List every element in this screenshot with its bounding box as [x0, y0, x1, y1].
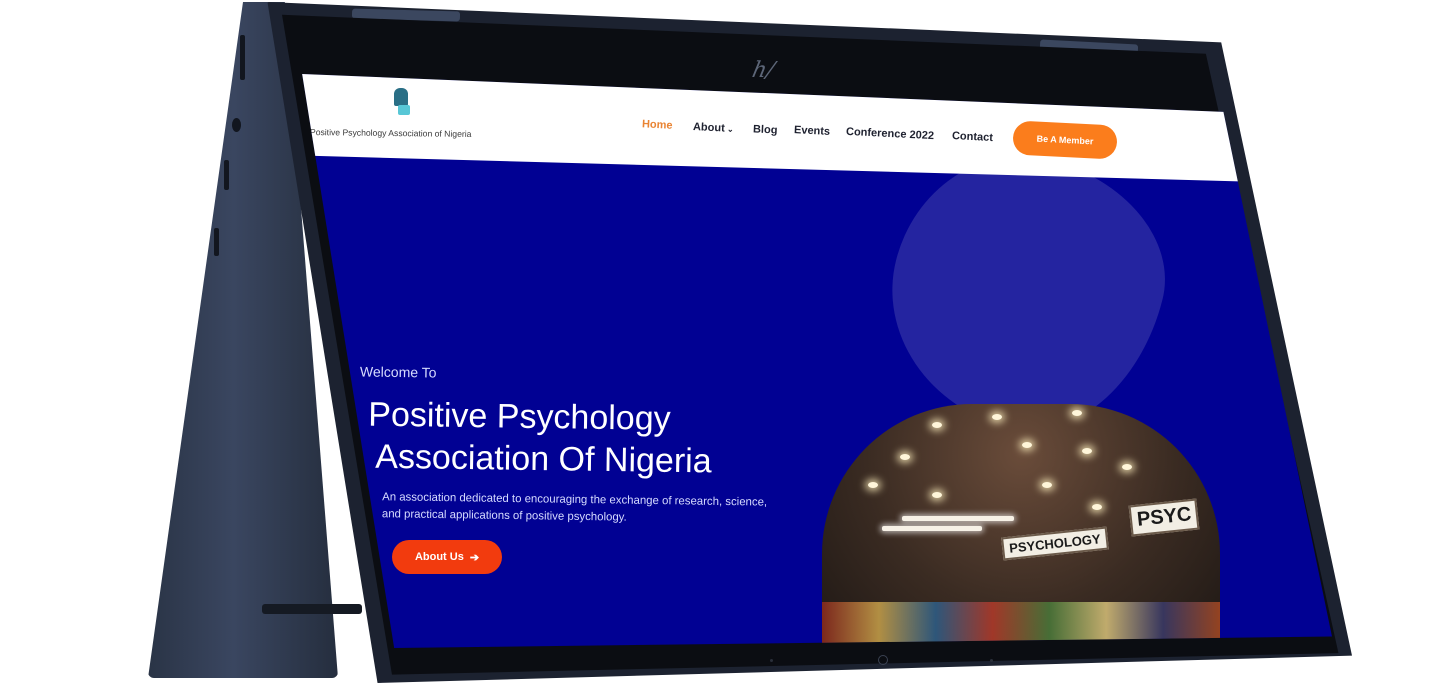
org-name[interactable]: Positive Psychology Association of Niger… [310, 127, 472, 139]
site-logo-icon[interactable] [390, 88, 412, 118]
nav-home[interactable]: Home [642, 118, 673, 131]
device-vent [262, 604, 362, 614]
hero-title: Positive Psychology Association Of Niger… [367, 395, 712, 481]
nav-events[interactable]: Events [794, 124, 831, 138]
be-a-member-button[interactable]: Be A Member [1012, 120, 1118, 160]
device-port [224, 160, 229, 190]
nav-contact[interactable]: Contact [952, 130, 993, 144]
nav-conference-2022[interactable]: Conference 2022 [846, 126, 935, 142]
about-us-button[interactable]: About Us ➔ [392, 540, 502, 574]
device-port [232, 118, 241, 132]
photo-sign: PSYCHOLOGY [1001, 526, 1109, 561]
hero-photo: PSYCHOLOGY PSYC [822, 404, 1220, 648]
hero-description: An association dedicated to encouraging … [381, 491, 768, 524]
device-port [240, 35, 245, 80]
device-port [214, 228, 219, 256]
nav-about-label: About [692, 121, 726, 135]
webcam-icon [878, 655, 888, 665]
photo-sign: PSYC [1128, 498, 1200, 537]
sensor-dot [770, 659, 773, 662]
nav-about[interactable]: About ⌄ [693, 121, 734, 135]
arrow-right-icon: ➔ [469, 551, 480, 564]
chevron-down-icon: ⌄ [724, 124, 734, 134]
nav-blog[interactable]: Blog [753, 123, 778, 136]
about-us-label: About Us [414, 551, 464, 563]
brand-logo-icon: ℎ/ [749, 58, 777, 83]
hero-welcome: Welcome To [359, 363, 437, 381]
website-screen: Positive Psychology Association of Niger… [302, 74, 1332, 648]
sensor-dot [990, 659, 993, 662]
